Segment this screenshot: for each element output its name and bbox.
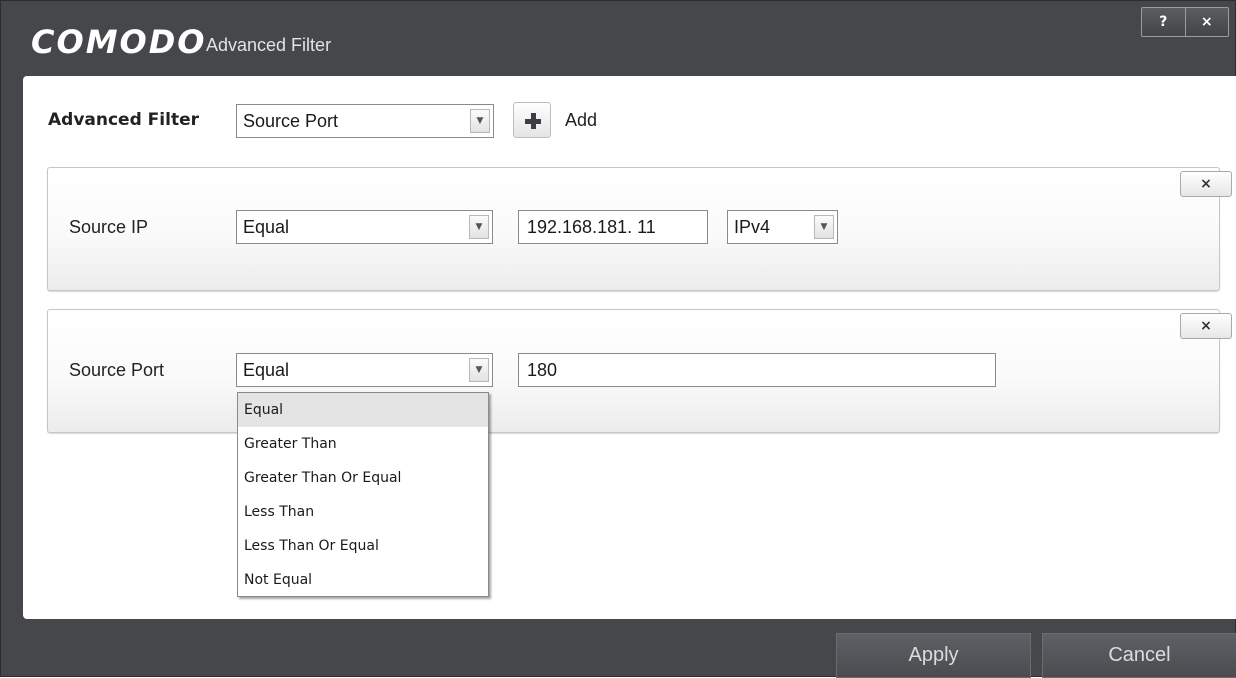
operator-dropdown-list: Equal Greater Than Greater Than Or Equal… bbox=[237, 392, 489, 597]
chevron-down-icon[interactable]: ▼ bbox=[469, 215, 489, 239]
dropdown-option[interactable]: Greater Than bbox=[238, 427, 488, 461]
operator-select[interactable]: Equal ▼ bbox=[236, 353, 493, 387]
title-bar: COMODO Advanced Filter ? × bbox=[1, 1, 1236, 75]
ip-address-input[interactable]: 192.168.181. 11 bbox=[518, 210, 708, 244]
chevron-down-icon[interactable]: ▼ bbox=[469, 358, 489, 382]
cancel-button[interactable]: Cancel bbox=[1042, 633, 1236, 678]
dropdown-option[interactable]: Less Than Or Equal bbox=[238, 529, 488, 563]
comodo-logo: COMODO bbox=[31, 23, 207, 61]
remove-filter-button[interactable]: × bbox=[1180, 171, 1232, 197]
filter-name-label: Source Port bbox=[69, 360, 165, 380]
dropdown-option[interactable]: Not Equal bbox=[238, 563, 488, 597]
operator-value: Equal bbox=[243, 360, 290, 380]
ip-version-select[interactable]: IPv4 ▼ bbox=[727, 210, 838, 244]
remove-filter-button[interactable]: × bbox=[1180, 313, 1232, 339]
advanced-filter-dialog: COMODO Advanced Filter ? × Advanced Filt… bbox=[0, 0, 1236, 678]
help-button[interactable]: ? bbox=[1142, 8, 1185, 36]
dropdown-option[interactable]: Equal bbox=[238, 393, 488, 427]
filter-name-label: Source IP bbox=[69, 217, 149, 237]
window-title: Advanced Filter bbox=[206, 35, 332, 55]
dropdown-option[interactable]: Greater Than Or Equal bbox=[238, 461, 488, 495]
add-label[interactable]: Add bbox=[565, 109, 597, 131]
port-input[interactable]: 180 bbox=[518, 353, 996, 387]
content-panel: Advanced Filter Source Port ▼ Add × Sour… bbox=[23, 76, 1236, 619]
operator-select[interactable]: Equal ▼ bbox=[236, 210, 493, 244]
close-button[interactable]: × bbox=[1184, 8, 1229, 36]
advanced-filter-label: Advanced Filter bbox=[48, 110, 199, 130]
window-controls: ? × bbox=[1141, 7, 1229, 37]
chevron-down-icon[interactable]: ▼ bbox=[470, 109, 490, 133]
add-filter-button[interactable] bbox=[513, 102, 551, 138]
dropdown-option[interactable]: Less Than bbox=[238, 495, 488, 529]
filter-type-value: Source Port bbox=[243, 111, 339, 131]
ip-version-value: IPv4 bbox=[734, 217, 771, 237]
chevron-down-icon[interactable]: ▼ bbox=[814, 215, 834, 239]
apply-button[interactable]: Apply bbox=[836, 633, 1031, 678]
operator-value: Equal bbox=[243, 217, 290, 237]
filter-type-select[interactable]: Source Port ▼ bbox=[236, 104, 494, 138]
